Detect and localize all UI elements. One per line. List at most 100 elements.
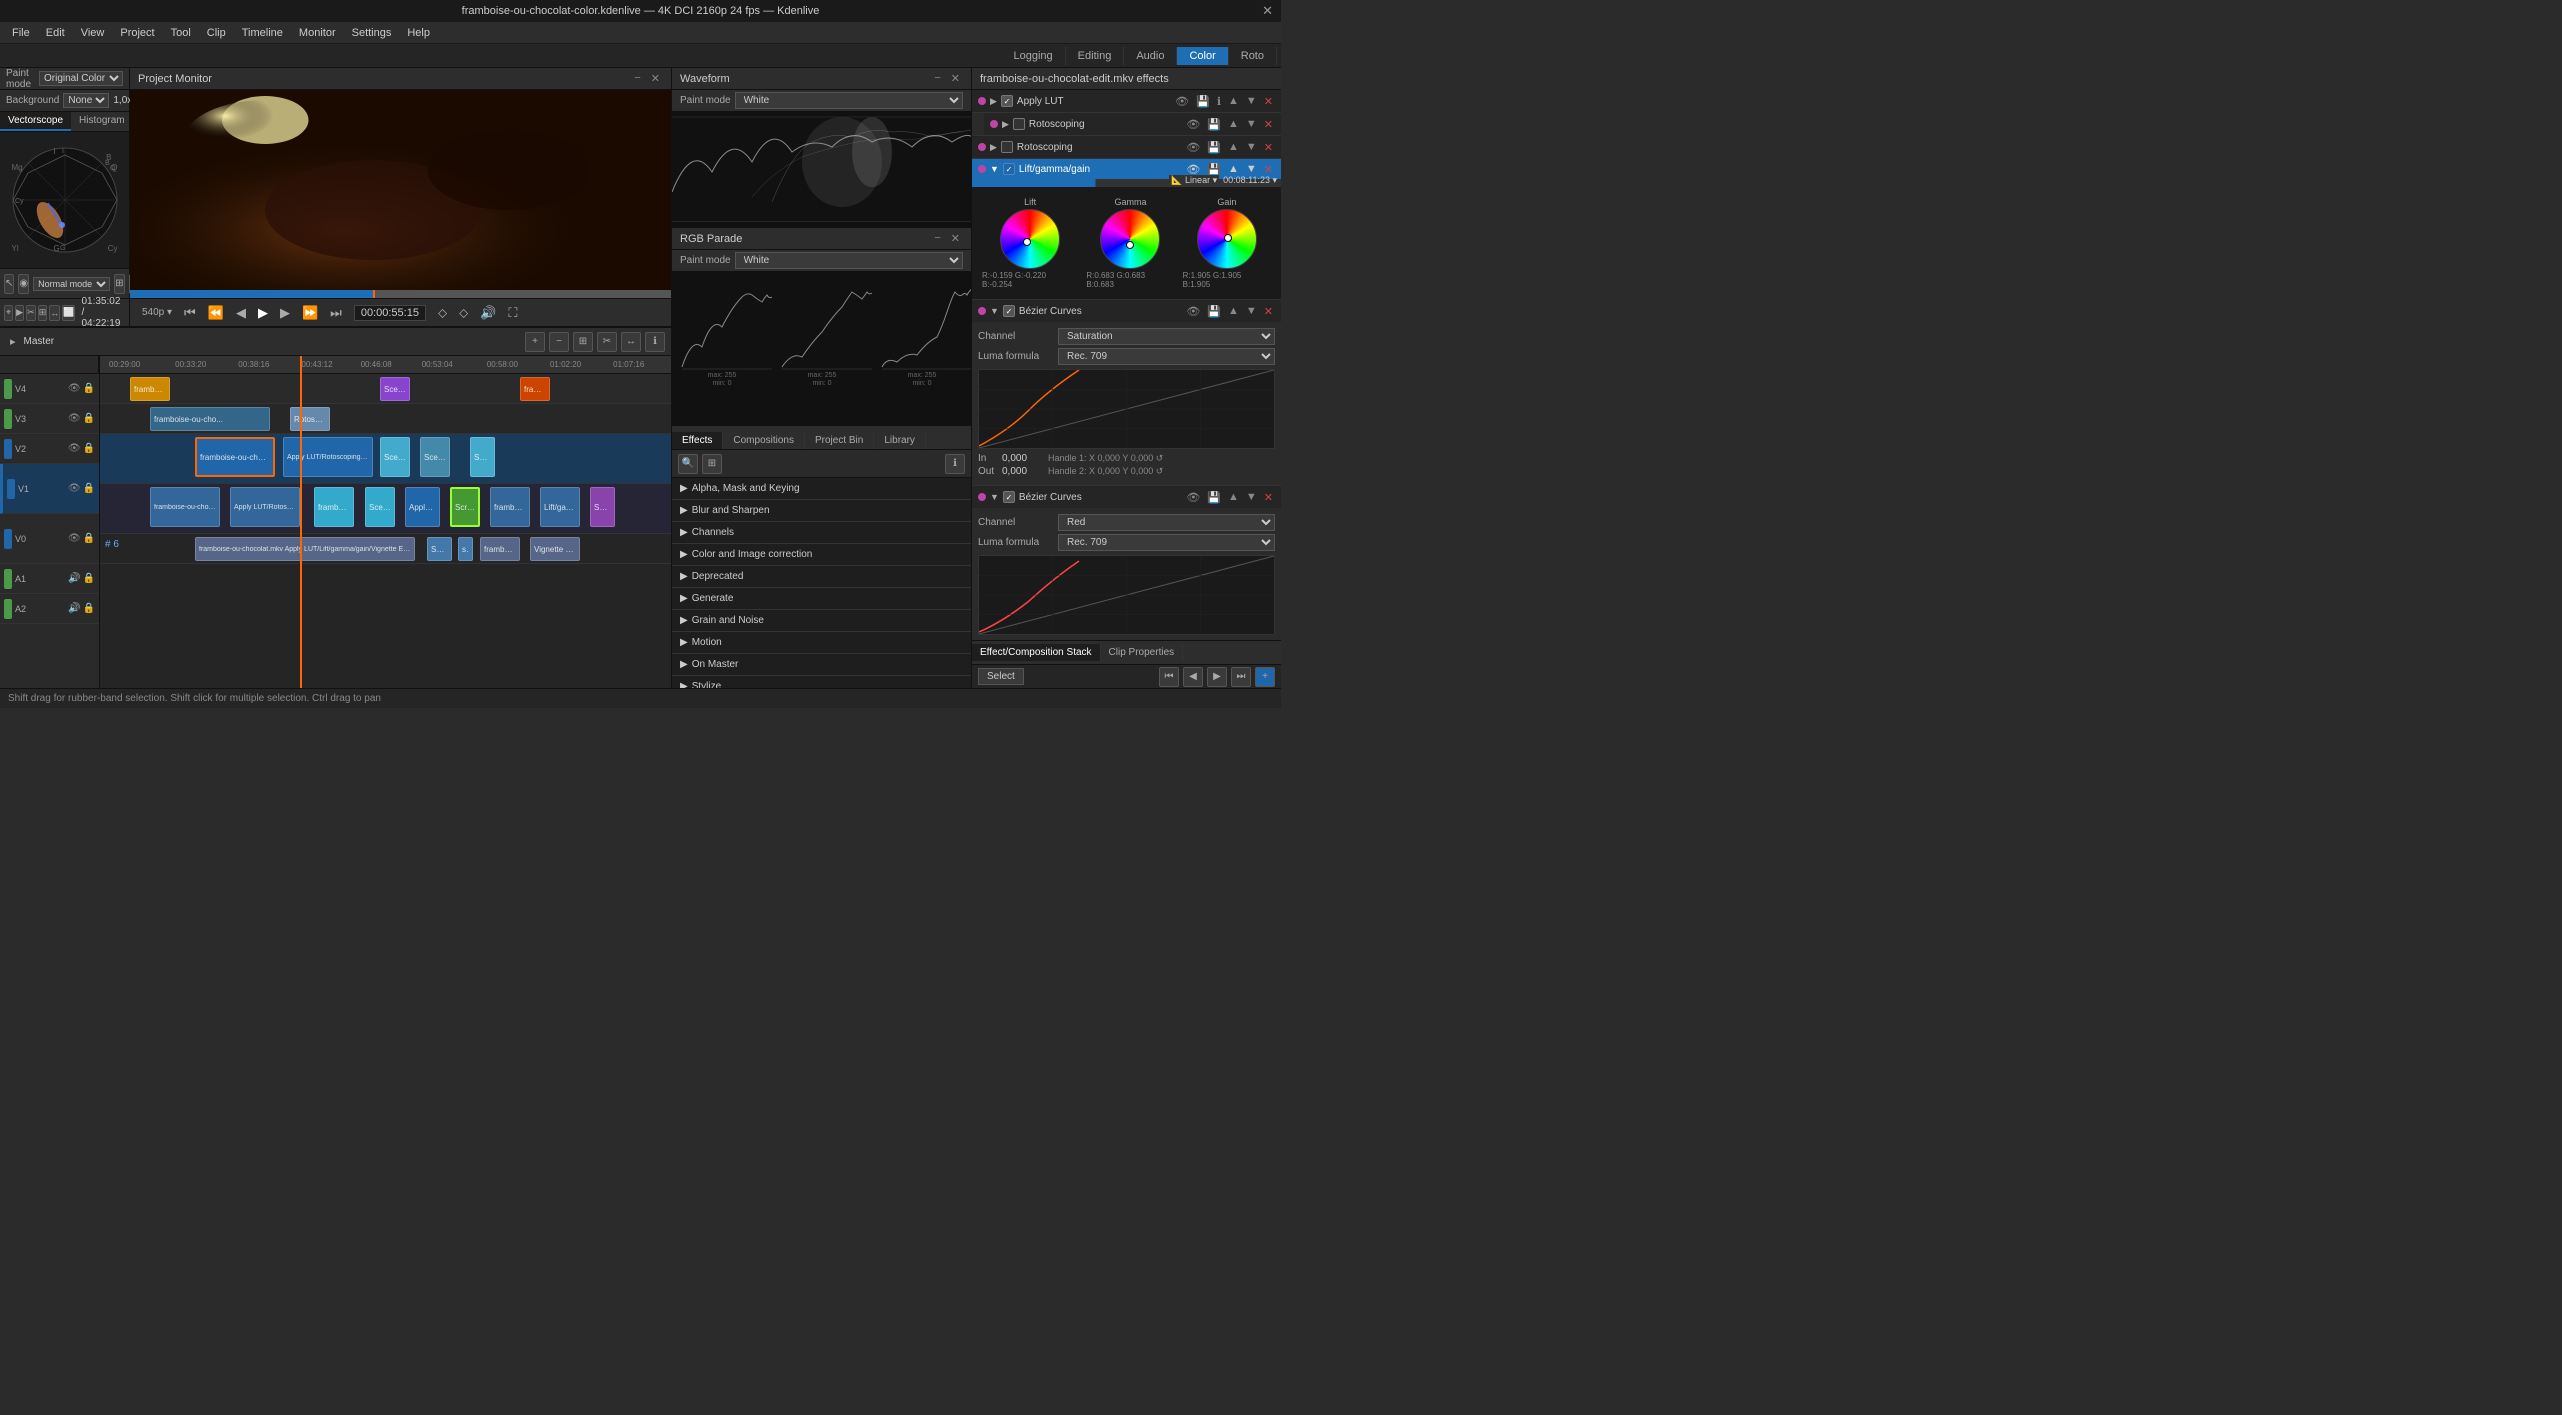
clip-vi-5[interactable]: Vignette Effect/A [530, 537, 580, 561]
effect-delete-icon[interactable]: ✕ [1262, 140, 1275, 155]
fast-fwd-btn[interactable]: ⏩ [298, 303, 322, 323]
track-v1-row[interactable]: framboise-ou-cho... Apply LUT/Lift/gam A… [100, 484, 671, 534]
timecode-display[interactable]: 00:00:55:15 [354, 305, 426, 321]
effects-transport-3[interactable]: ▶ [1207, 667, 1227, 687]
effect-down-icon[interactable]: ▼ [1244, 117, 1259, 132]
track-v1-lock[interactable]: 🔒 [83, 483, 95, 494]
waveform-close[interactable]: ✕ [948, 71, 963, 86]
effect-delete-icon[interactable]: ✕ [1262, 304, 1275, 319]
effect-eye-icon[interactable]: 👁 [1184, 117, 1202, 132]
effects-info-btn[interactable]: ℹ [945, 454, 965, 474]
effect-delete-icon[interactable]: ✕ [1262, 490, 1275, 505]
effect-down-icon[interactable]: ▼ [1244, 94, 1259, 109]
mark-in[interactable]: ⬦ [434, 303, 451, 323]
effects-transport-1[interactable]: ⏮ [1159, 667, 1179, 687]
paintmode-select[interactable]: Original Color [39, 71, 123, 86]
tab-clip-properties[interactable]: Clip Properties [1101, 644, 1184, 661]
menu-project[interactable]: Project [112, 25, 162, 41]
effect-rotoscoping-1-header[interactable]: ▶ Rotoscoping 👁 💾 ▲ ▼ ✕ [984, 113, 1281, 135]
effect-down-icon[interactable]: ▼ [1244, 304, 1259, 319]
track-area[interactable]: 00:29:00 00:33:20 00:38:16 00:43:12 00:4… [100, 356, 671, 688]
tab-effects[interactable]: Effects [672, 432, 723, 449]
mode-select[interactable]: Normal mode [33, 277, 110, 291]
clip-v1-1[interactable]: framboise-ou-cho... Apply LUT/Lift/gam [150, 487, 220, 527]
effect-enabled-checkbox[interactable]: ✓ [1003, 163, 1015, 175]
effect-enabled-checkbox[interactable] [1001, 141, 1013, 153]
clip-v3-1[interactable]: framboise-ou-cho... [150, 407, 270, 431]
effect-save-icon[interactable]: 💾 [1194, 94, 1212, 109]
effect-enabled-checkbox[interactable] [1013, 118, 1025, 130]
category-channels-header[interactable]: ▶ Channels [672, 522, 971, 543]
track-a1-mute[interactable]: 🔊 [68, 573, 80, 584]
tl-razor[interactable]: ✂ [597, 332, 617, 352]
bezier-luma-select[interactable]: Rec. 709 [1058, 348, 1275, 365]
tab-color[interactable]: Color [1177, 47, 1228, 65]
tool-mode[interactable]: ◉ [18, 274, 29, 294]
effect-delete-icon[interactable]: ✕ [1262, 94, 1275, 109]
tab-logging[interactable]: Logging [1002, 47, 1066, 65]
track-a1-lock[interactable]: 🔒 [83, 573, 95, 584]
menu-monitor[interactable]: Monitor [291, 25, 344, 41]
menu-edit[interactable]: Edit [38, 25, 73, 41]
menu-file[interactable]: File [4, 25, 38, 41]
play-next-frame[interactable]: ⏭ [326, 303, 346, 323]
tl-spacer[interactable]: ↔ [621, 332, 641, 352]
effect-save-icon[interactable]: 💾 [1205, 304, 1223, 319]
lift-color-wheel[interactable] [1000, 209, 1060, 269]
gain-color-wheel[interactable] [1197, 209, 1257, 269]
volume-btn[interactable]: 🔊 [476, 303, 500, 323]
tl-info[interactable]: ℹ [645, 332, 665, 352]
clip-v1-6[interactable]: Screen [450, 487, 480, 527]
resolution-select[interactable]: 540p ▾ [138, 305, 176, 320]
category-grain-header[interactable]: ▶ Grain and Noise [672, 610, 971, 631]
tool-select[interactable]: ↖ [4, 274, 14, 294]
clip-v1-5[interactable]: Apply LUT/Lift/s [405, 487, 440, 527]
effect-eye-icon[interactable]: 👁 [1184, 140, 1202, 155]
track-v3-row[interactable]: framboise-ou-cho... Rotoscoping/App... [100, 404, 671, 434]
tab-library[interactable]: Library [874, 432, 926, 449]
clip-v1-2[interactable]: Apply LUT/Rotoscoping/Rotoscoping/Lift/g… [230, 487, 300, 527]
menu-tool[interactable]: Tool [163, 25, 199, 41]
tab-editing[interactable]: Editing [1066, 47, 1125, 65]
menu-clip[interactable]: Clip [199, 25, 234, 41]
tl-tool-1[interactable]: ⌖ [4, 305, 13, 321]
track-v1-mute[interactable]: 👁 [68, 483, 81, 494]
clip-v1-4[interactable]: Scene 15 [365, 487, 395, 527]
effect-save-icon[interactable]: 💾 [1205, 117, 1223, 132]
effect-enabled-checkbox[interactable]: ✓ [1001, 95, 1013, 107]
category-stylize-header[interactable]: ▶ Stylize [672, 676, 971, 688]
bezier-curve-display-2[interactable] [978, 555, 1275, 635]
clip-v2-selected[interactable]: framboise-ou-chocolat-edit.mk... [195, 437, 275, 477]
effect-up-icon[interactable]: ▲ [1226, 490, 1241, 505]
bezier-2-channel-select[interactable]: Red [1058, 514, 1275, 531]
gamma-color-wheel[interactable] [1100, 209, 1160, 269]
category-motion-header[interactable]: ▶ Motion [672, 632, 971, 653]
effect-info-icon[interactable]: ℹ [1215, 94, 1223, 109]
rgb-minimize[interactable]: − [931, 231, 943, 246]
interpolation-select[interactable]: 📐 Linear ▾ [1169, 175, 1219, 186]
track-v4-mute[interactable]: 👁 [68, 383, 81, 394]
clip-v4-2[interactable]: Scene [380, 377, 410, 401]
tab-vectorscope[interactable]: Vectorscope [0, 112, 71, 131]
bezier-1-header[interactable]: ▼ ✓ Bézier Curves 👁 💾 ▲ ▼ ✕ [972, 300, 1281, 322]
category-blur-header[interactable]: ▶ Blur and Sharpen [672, 500, 971, 521]
effect-down-icon[interactable]: ▼ [1244, 140, 1259, 155]
clip-vi-2[interactable]: Scene 11 [427, 537, 452, 561]
effect-rotoscoping-2-header[interactable]: ▶ Rotoscoping 👁 💾 ▲ ▼ ✕ [972, 136, 1281, 158]
tab-audio[interactable]: Audio [1124, 47, 1177, 65]
effect-eye-icon[interactable]: 👁 [1184, 490, 1202, 505]
clip-v2-5[interactable]: Scene 18 [470, 437, 495, 477]
keyframe-bar[interactable]: 📐 Linear ▾ 00:08:11:23 ▾ [972, 179, 1281, 187]
tab-effect-composition[interactable]: Effect/Composition Stack [972, 644, 1101, 661]
tab-compositions[interactable]: Compositions [723, 432, 805, 449]
clip-v1-7[interactable]: framboise-ou-cho [490, 487, 530, 527]
step-fwd-btn[interactable]: ▶ [276, 303, 294, 323]
effect-up-icon[interactable]: ▲ [1226, 304, 1241, 319]
effects-transport-4[interactable]: ⏭ [1231, 667, 1251, 687]
effect-eye-icon[interactable]: 👁 [1173, 94, 1191, 109]
clip-v2-2[interactable]: Apply LUT/Rotoscoping/Rotoscoping/Lift/g… [283, 437, 373, 477]
track-v3-mute[interactable]: 👁 [68, 413, 81, 424]
effect-down-icon[interactable]: ▼ [1244, 490, 1259, 505]
tab-roto[interactable]: Roto [1229, 47, 1277, 65]
clip-v2-3[interactable]: Scene 10 [380, 437, 410, 477]
